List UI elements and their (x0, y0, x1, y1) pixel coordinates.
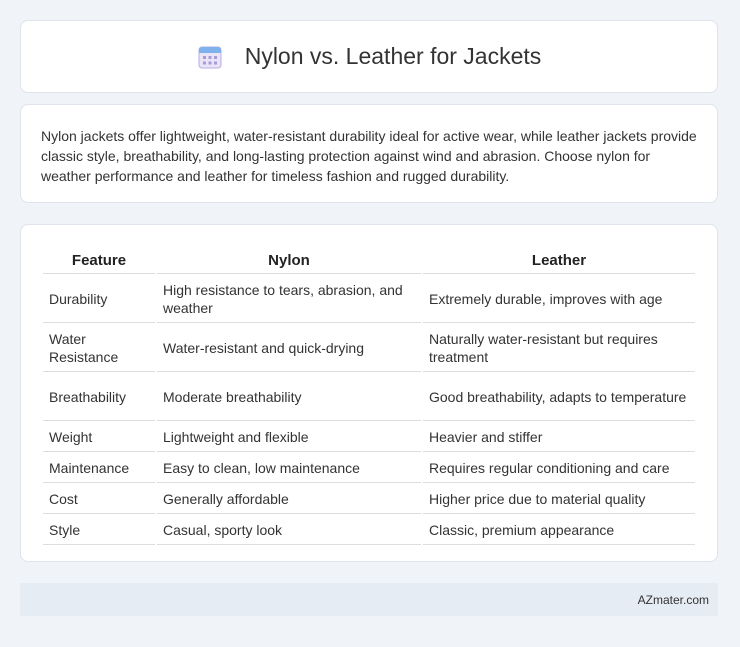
page-title: Nylon vs. Leather for Jackets (244, 43, 542, 69)
header-card: Nylon vs. Leather for Jackets (20, 20, 718, 93)
nylon-cell: High resistance to tears, abrasion, and … (157, 276, 421, 323)
leather-cell: Classic, premium appearance (423, 516, 695, 545)
table-row: Maintenance Easy to clean, low maintenan… (43, 454, 695, 483)
leather-cell: Requires regular conditioning and care (423, 454, 695, 483)
nylon-cell: Moderate breathability (157, 374, 421, 421)
intro-card: Nylon jackets offer lightweight, water-r… (20, 104, 718, 203)
feature-cell: Water Resistance (43, 325, 155, 372)
table-row: Water Resistance Water-resistant and qui… (43, 325, 695, 372)
header-feature: Feature (43, 247, 155, 274)
nylon-cell: Casual, sporty look (157, 516, 421, 545)
leather-cell: Naturally water-resistant but requires t… (423, 325, 695, 372)
footer-source-link[interactable]: AZmater.com (638, 593, 709, 607)
leather-cell: Heavier and stiffer (423, 423, 695, 452)
leather-cell: Higher price due to material quality (423, 485, 695, 514)
nylon-cell: Water-resistant and quick-drying (157, 325, 421, 372)
nylon-cell: Lightweight and flexible (157, 423, 421, 452)
header-nylon: Nylon (157, 247, 421, 274)
feature-cell: Durability (43, 276, 155, 323)
calendar-icon (198, 46, 222, 68)
table-row: Cost Generally affordable Higher price d… (43, 485, 695, 514)
feature-cell: Maintenance (43, 454, 155, 483)
nylon-cell: Generally affordable (157, 485, 421, 514)
comparison-table: Feature Nylon Leather Durability High re… (41, 245, 697, 547)
header-leather: Leather (423, 247, 695, 274)
leather-cell: Extremely durable, improves with age (423, 276, 695, 323)
feature-cell: Style (43, 516, 155, 545)
table-card: Feature Nylon Leather Durability High re… (20, 224, 718, 562)
intro-text: Nylon jackets offer lightweight, water-r… (41, 128, 697, 184)
table-header-row: Feature Nylon Leather (43, 247, 695, 274)
table-row: Durability High resistance to tears, abr… (43, 276, 695, 323)
feature-cell: Breathability (43, 374, 155, 421)
nylon-cell: Easy to clean, low maintenance (157, 454, 421, 483)
leather-cell: Good breathability, adapts to temperatur… (423, 374, 695, 421)
table-row: Weight Lightweight and flexible Heavier … (43, 423, 695, 452)
footer: AZmater.com (20, 583, 718, 616)
feature-cell: Cost (43, 485, 155, 514)
table-row: Breathability Moderate breathability Goo… (43, 374, 695, 421)
table-row: Style Casual, sporty look Classic, premi… (43, 516, 695, 545)
feature-cell: Weight (43, 423, 155, 452)
